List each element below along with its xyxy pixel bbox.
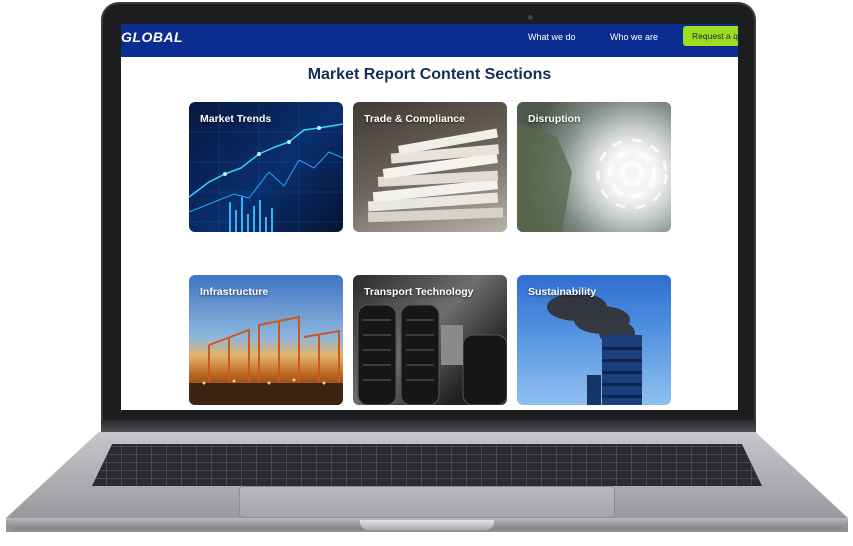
trackpad [239, 486, 615, 518]
nav-link-what-we-do[interactable]: What we do [528, 32, 576, 42]
site-logo[interactable]: GLOBAL [121, 29, 183, 45]
card-infrastructure[interactable]: Infrastructure [189, 275, 343, 405]
card-label: Sustainability [528, 286, 597, 298]
card-disruption[interactable]: Disruption [517, 102, 671, 232]
lid-notch [360, 520, 494, 530]
card-label: Infrastructure [200, 286, 269, 298]
card-sustainability[interactable]: Sustainability [517, 275, 671, 405]
browser-viewport: GLOBAL What we do Who we are Request a q… [121, 24, 738, 410]
card-trade-compliance[interactable]: Trade & Compliance [353, 102, 507, 232]
page-title: Market Report Content Sections [307, 66, 552, 83]
card-market-trends[interactable]: Market Trends [189, 102, 343, 232]
keyboard [92, 444, 762, 486]
card-label: Market Trends [200, 113, 272, 125]
nav-link-who-we-are[interactable]: Who we are [610, 32, 658, 42]
request-quote-button[interactable]: Request a qu [683, 26, 738, 46]
card-label: Trade & Compliance [364, 113, 465, 125]
camera-icon [528, 15, 533, 20]
card-label: Disruption [528, 113, 581, 125]
keyboard-keys [92, 444, 762, 486]
card-transport-technology[interactable]: Transport Technology [353, 275, 507, 405]
card-label: Transport Technology [364, 286, 474, 298]
site-navbar: GLOBAL What we do Who we are Request a q… [121, 24, 738, 57]
